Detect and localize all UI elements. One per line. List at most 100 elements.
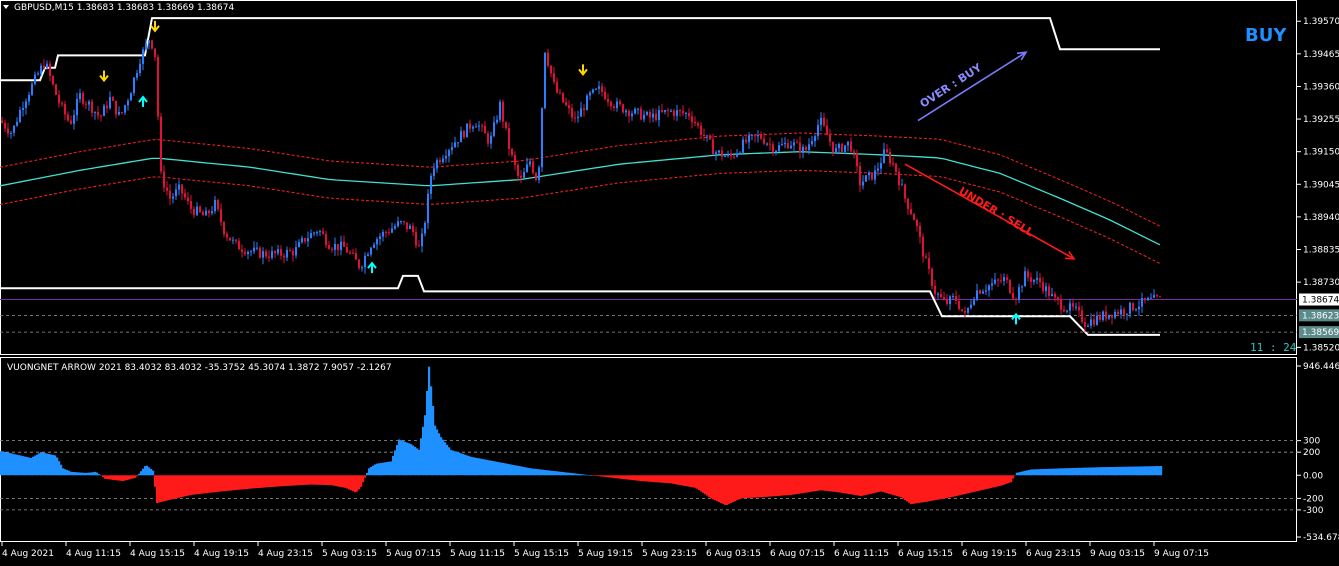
histogram-bar <box>1120 466 1123 476</box>
histogram-bar <box>158 475 161 503</box>
candle-body <box>460 131 462 143</box>
histogram-bar <box>970 475 973 493</box>
histogram-bar <box>1052 468 1055 476</box>
histogram-bar <box>756 475 759 498</box>
histogram-bar <box>506 463 509 476</box>
histogram-bar <box>178 475 181 498</box>
candle-body <box>769 143 771 145</box>
candle-body <box>601 86 603 92</box>
candle <box>133 77 135 96</box>
candle-body <box>415 232 417 246</box>
histogram-bar <box>832 475 835 492</box>
candle-body <box>487 133 489 144</box>
histogram-bar <box>918 475 921 503</box>
histogram-bar <box>56 457 59 476</box>
histogram-bar <box>112 475 115 480</box>
histogram-bar <box>538 469 541 476</box>
histogram-bar <box>230 475 233 491</box>
histogram-bar <box>1050 468 1053 476</box>
candle-body <box>892 163 894 165</box>
histogram-bar <box>1022 471 1025 476</box>
histogram-bar <box>380 463 383 476</box>
candle-body <box>1156 295 1158 297</box>
candle-body <box>505 121 507 129</box>
histogram-bar <box>1152 466 1155 476</box>
histogram-bar <box>276 475 279 487</box>
candle-body <box>499 101 501 120</box>
histogram-bar <box>778 475 781 496</box>
histogram-bar <box>478 458 481 476</box>
histogram-bar <box>652 475 655 482</box>
time-axis-label: 4 Aug 2021 <box>2 549 54 559</box>
histogram-bar <box>774 475 777 497</box>
histogram-bar <box>50 454 53 476</box>
histogram-bar <box>670 475 673 484</box>
candle-body <box>1027 271 1029 278</box>
candle-body <box>943 297 945 300</box>
candle-body <box>895 163 897 172</box>
histogram-bar <box>928 475 931 502</box>
histogram-bar <box>420 438 423 476</box>
histogram-bar <box>0 451 3 476</box>
histogram-bar <box>410 444 413 476</box>
histogram-bar <box>408 443 411 476</box>
histogram-bar <box>224 475 227 492</box>
histogram-bar <box>146 465 149 476</box>
histogram-bar <box>646 475 649 482</box>
histogram-bar <box>52 455 55 476</box>
candle-body <box>715 152 717 154</box>
candle-body <box>115 100 117 115</box>
time-axis-label: 6 Aug 03:15 <box>706 549 761 559</box>
histogram-bar <box>932 475 935 501</box>
histogram-bar <box>644 475 647 482</box>
histogram-bar <box>586 474 589 476</box>
histogram-bar <box>162 475 165 502</box>
histogram-bar <box>570 473 573 476</box>
histogram-bar <box>1128 466 1131 476</box>
candle-body <box>313 232 315 234</box>
candle-body <box>343 241 345 247</box>
histogram-bar <box>446 444 449 476</box>
histogram-bar <box>880 475 883 492</box>
histogram-bar <box>898 475 901 497</box>
histogram-bar <box>698 475 701 491</box>
histogram-bar <box>366 473 369 476</box>
histogram-bar <box>116 475 119 481</box>
histogram-bar <box>1102 467 1105 476</box>
histogram-bar <box>1016 472 1019 476</box>
histogram-bar <box>520 466 523 476</box>
histogram-bar <box>1038 469 1041 476</box>
histogram-bar <box>108 475 111 480</box>
histogram-bar <box>398 439 401 476</box>
histogram-bar <box>1116 466 1119 476</box>
candle-body <box>946 299 948 304</box>
candle-body <box>568 105 570 109</box>
histogram-bar <box>382 462 385 476</box>
candle-body <box>367 254 369 256</box>
histogram-bar <box>926 475 929 502</box>
histogram-bar <box>168 475 171 500</box>
histogram-bar <box>872 475 875 494</box>
histogram-bar <box>384 462 387 476</box>
histogram-bar <box>306 475 309 485</box>
candle-body <box>676 110 678 116</box>
histogram-bar <box>160 475 163 502</box>
histogram-bar <box>704 475 707 495</box>
time-axis-label: 5 Aug 15:15 <box>514 549 569 559</box>
histogram-bar <box>220 475 223 492</box>
histogram-bar <box>20 455 23 476</box>
time-axis-label: 6 Aug 11:15 <box>834 549 889 559</box>
candle-body <box>1024 271 1026 287</box>
candle <box>160 113 162 175</box>
candle-body <box>1021 286 1023 288</box>
candle-body <box>853 151 855 154</box>
histogram-bar <box>612 475 615 478</box>
histogram-bar <box>904 475 907 500</box>
candle-body <box>1063 309 1065 312</box>
histogram-bar <box>154 475 157 487</box>
histogram-bar <box>1042 469 1045 476</box>
candle-body <box>478 125 480 127</box>
histogram-bar <box>462 454 465 476</box>
histogram-bar <box>1150 466 1153 476</box>
histogram-bar <box>472 457 475 476</box>
